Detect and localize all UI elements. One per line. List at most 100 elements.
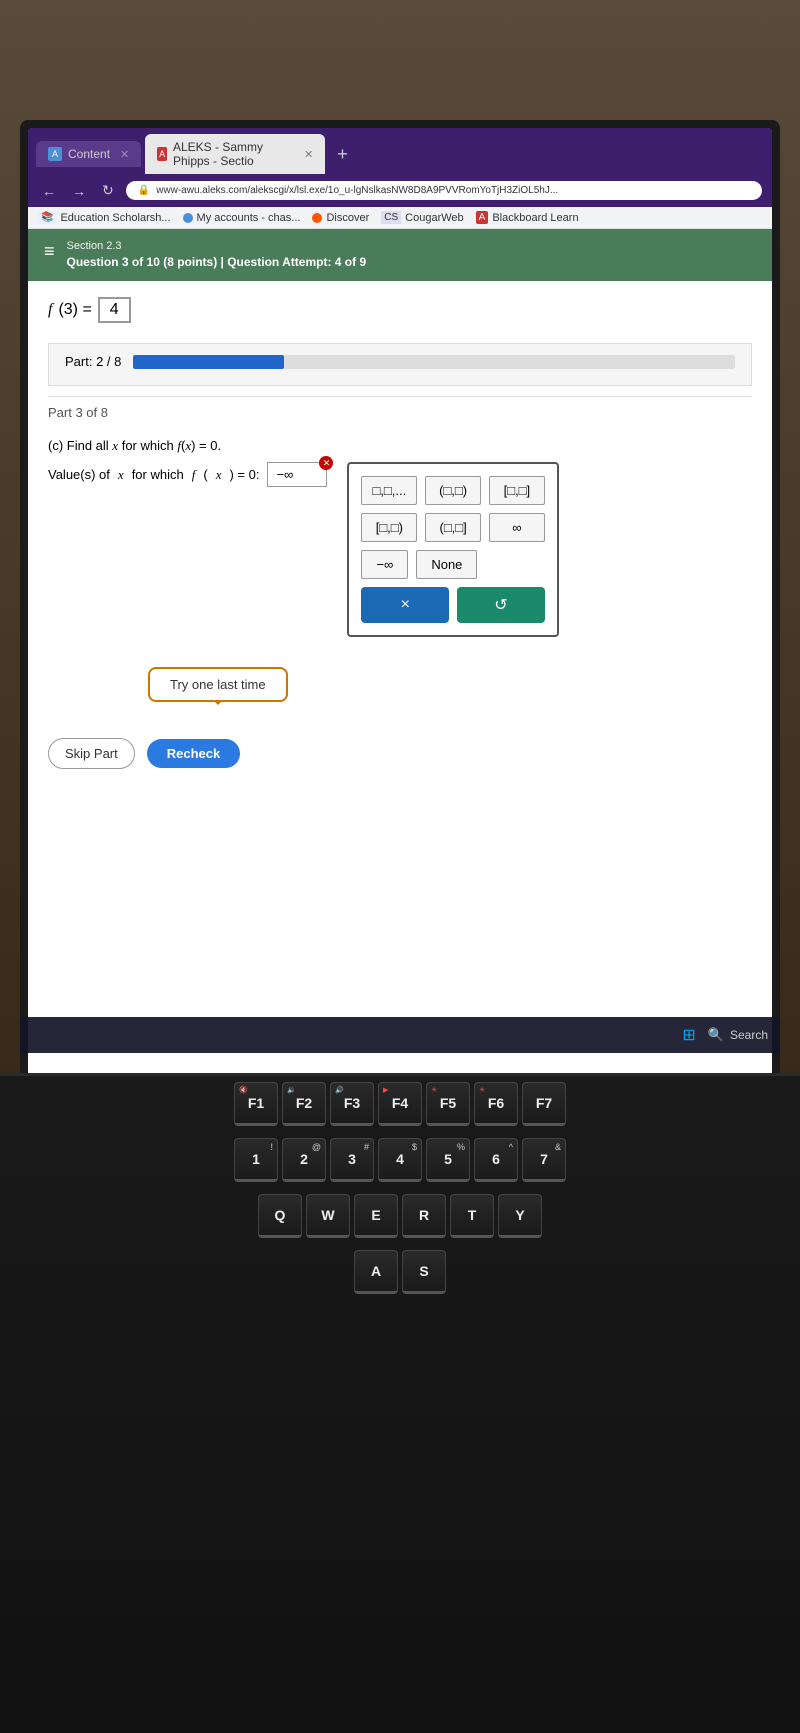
address-bar: ← → ↻ 🔒 www-awu.aleks.com/alekscgi/x/lsl… — [28, 174, 772, 207]
part-c-x: x — [112, 438, 118, 453]
clear-button[interactable]: × — [361, 587, 449, 623]
key-7[interactable]: & 7 — [522, 1138, 566, 1182]
part-c-eq2: ) = 0. — [191, 438, 221, 453]
bookmark-education-icon: 📚 — [38, 211, 56, 224]
try-again-text: Try one last time — [170, 677, 266, 692]
url-bar[interactable]: 🔒 www-awu.aleks.com/alekscgi/x/lsl.exe/1… — [126, 181, 762, 200]
page-content: ≡ Section 2.3 Question 3 of 10 (8 points… — [28, 229, 772, 1112]
bookmark-accounts-icon — [183, 213, 193, 223]
bookmark-accounts[interactable]: My accounts - chas... — [183, 212, 301, 224]
progress-section: Part: 2 / 8 — [48, 343, 752, 386]
new-tab-button[interactable]: + — [329, 140, 356, 169]
key-w[interactable]: W — [306, 1194, 350, 1238]
refresh-button[interactable]: ↻ — [98, 180, 118, 201]
tab-aleks-close[interactable]: ✕ — [304, 148, 313, 161]
taskbar-search[interactable]: 🔍 Search — [708, 1027, 768, 1043]
key-3[interactable]: # 3 — [330, 1138, 374, 1182]
aleks-header: ≡ Section 2.3 Question 3 of 10 (8 points… — [28, 229, 772, 281]
tab-bar: A Content ✕ A ALEKS - Sammy Phipps - Sec… — [28, 128, 772, 174]
bookmark-education[interactable]: 📚 Education Scholarsh... — [38, 211, 171, 224]
key-f6[interactable]: ☀ F6 — [474, 1082, 518, 1126]
keyboard-area: 🔇 F1 🔉 F2 🔊 F3 ▶ F4 ☀ F5 ☀ F6 F7 ! — [0, 1073, 800, 1733]
tab-content[interactable]: A Content ✕ — [36, 141, 141, 167]
security-lock-icon: 🔒 — [138, 185, 150, 196]
part-c-label: (c) Find all — [48, 438, 112, 453]
value-label2: for which — [132, 467, 184, 482]
skip-part-button[interactable]: Skip Part — [48, 738, 135, 769]
key-2-shift: @ — [312, 1142, 321, 1152]
value-input[interactable]: −∞ — [267, 462, 327, 487]
key-e[interactable]: E — [354, 1194, 398, 1238]
bookmark-discover[interactable]: Discover — [312, 212, 369, 224]
undo-button[interactable]: ↺ — [457, 587, 545, 623]
key-5[interactable]: % 5 — [426, 1138, 470, 1182]
key-r[interactable]: R — [402, 1194, 446, 1238]
bookmark-blackboard-label: Blackboard Learn — [492, 212, 578, 224]
key-y[interactable]: Y — [498, 1194, 542, 1238]
url-text: www-awu.aleks.com/alekscgi/x/lsl.exe/1o_… — [156, 185, 558, 196]
key-6[interactable]: ^ 6 — [474, 1138, 518, 1182]
key-f5-fn: ☀ — [431, 1086, 437, 1094]
interval-btn-half-open-left[interactable]: [□,□) — [361, 513, 417, 542]
key-f1[interactable]: 🔇 F1 — [234, 1082, 278, 1126]
key-1[interactable]: ! 1 — [234, 1138, 278, 1182]
value-input-wrapper: −∞ ✕ — [267, 462, 327, 487]
key-s[interactable]: S — [402, 1250, 446, 1294]
question-info: Question 3 of 10 (8 points) | Question A… — [67, 254, 367, 271]
key-4-shift: $ — [412, 1142, 417, 1152]
screen-bezel: A Content ✕ A ALEKS - Sammy Phipps - Sec… — [20, 120, 780, 1120]
interval-btn-infinity[interactable]: ∞ — [489, 513, 545, 542]
bookmark-cougarweb[interactable]: CS CougarWeb — [381, 211, 463, 224]
value-answer-row: Value(s) of x for which f(x) = 0: −∞ ✕ — [48, 462, 752, 637]
key-7-shift: & — [555, 1142, 561, 1152]
bookmark-accounts-label: My accounts - chas... — [197, 212, 301, 224]
interval-btn-open[interactable]: (□,□) — [425, 476, 481, 505]
bookmark-education-label: Education Scholarsh... — [60, 212, 170, 224]
part-c-text: (c) Find all x for which f(x) = 0. — [48, 438, 752, 454]
windows-start-icon[interactable]: ⊞ — [682, 1025, 695, 1045]
value-x: x — [118, 467, 124, 483]
section-label: Section 2.3 — [67, 239, 367, 254]
tab-aleks[interactable]: A ALEKS - Sammy Phipps - Sectio ✕ — [145, 134, 325, 174]
interval-btn-dotted[interactable]: □,□,... — [361, 476, 417, 505]
key-f3[interactable]: 🔊 F3 — [330, 1082, 374, 1126]
interval-btn-half-open-right[interactable]: (□,□] — [425, 513, 481, 542]
bookmark-discover-icon — [312, 213, 322, 223]
key-f4[interactable]: ▶ F4 — [378, 1082, 422, 1126]
key-f5[interactable]: ☀ F5 — [426, 1082, 470, 1126]
key-f4-fn: ▶ — [383, 1086, 388, 1094]
progress-bar-container — [133, 355, 735, 369]
back-button[interactable]: ← — [38, 181, 60, 201]
keyboard-row-asdf: A S — [0, 1244, 800, 1300]
tab-content-label: Content — [68, 147, 110, 161]
key-f2[interactable]: 🔉 F2 — [282, 1082, 326, 1126]
f3-label: f — [48, 301, 52, 319]
f3-answer-box: 4 — [98, 297, 131, 323]
bookmark-discover-label: Discover — [326, 212, 369, 224]
key-a[interactable]: A — [354, 1250, 398, 1294]
key-t[interactable]: T — [450, 1194, 494, 1238]
keyboard-row-qwerty: Q W E R T Y — [0, 1188, 800, 1244]
forward-button[interactable]: → — [68, 181, 90, 201]
tab-aleks-label: ALEKS - Sammy Phipps - Sectio — [173, 140, 294, 168]
key-2[interactable]: @ 2 — [282, 1138, 326, 1182]
f3-equation: f(3) = 4 — [48, 297, 752, 323]
key-q[interactable]: Q — [258, 1194, 302, 1238]
hamburger-menu-icon[interactable]: ≡ — [44, 239, 55, 262]
key-f3-fn: 🔊 — [335, 1086, 344, 1094]
key-4[interactable]: $ 4 — [378, 1138, 422, 1182]
interval-btn-none[interactable]: None — [416, 550, 477, 579]
value-row: Value(s) of x for which f(x) = 0: −∞ ✕ — [48, 462, 327, 487]
tab-content-close[interactable]: ✕ — [120, 148, 129, 161]
key-f7[interactable]: F7 — [522, 1082, 566, 1126]
interval-btn-closed[interactable]: [□,□] — [489, 476, 545, 505]
value-x2: x — [216, 467, 222, 483]
value-eq: ( — [203, 467, 207, 482]
recheck-button[interactable]: Recheck — [147, 739, 240, 768]
interval-btn-neg-infinity[interactable]: −∞ — [361, 550, 408, 579]
keyboard-row-fn: 🔇 F1 🔉 F2 🔊 F3 ▶ F4 ☀ F5 ☀ F6 F7 — [0, 1076, 800, 1132]
tab-aleks-icon: A — [157, 147, 167, 161]
browser-chrome: A Content ✕ A ALEKS - Sammy Phipps - Sec… — [28, 128, 772, 229]
bookmark-blackboard[interactable]: A Blackboard Learn — [476, 211, 579, 224]
key-f1-fn: 🔇 — [239, 1086, 248, 1094]
